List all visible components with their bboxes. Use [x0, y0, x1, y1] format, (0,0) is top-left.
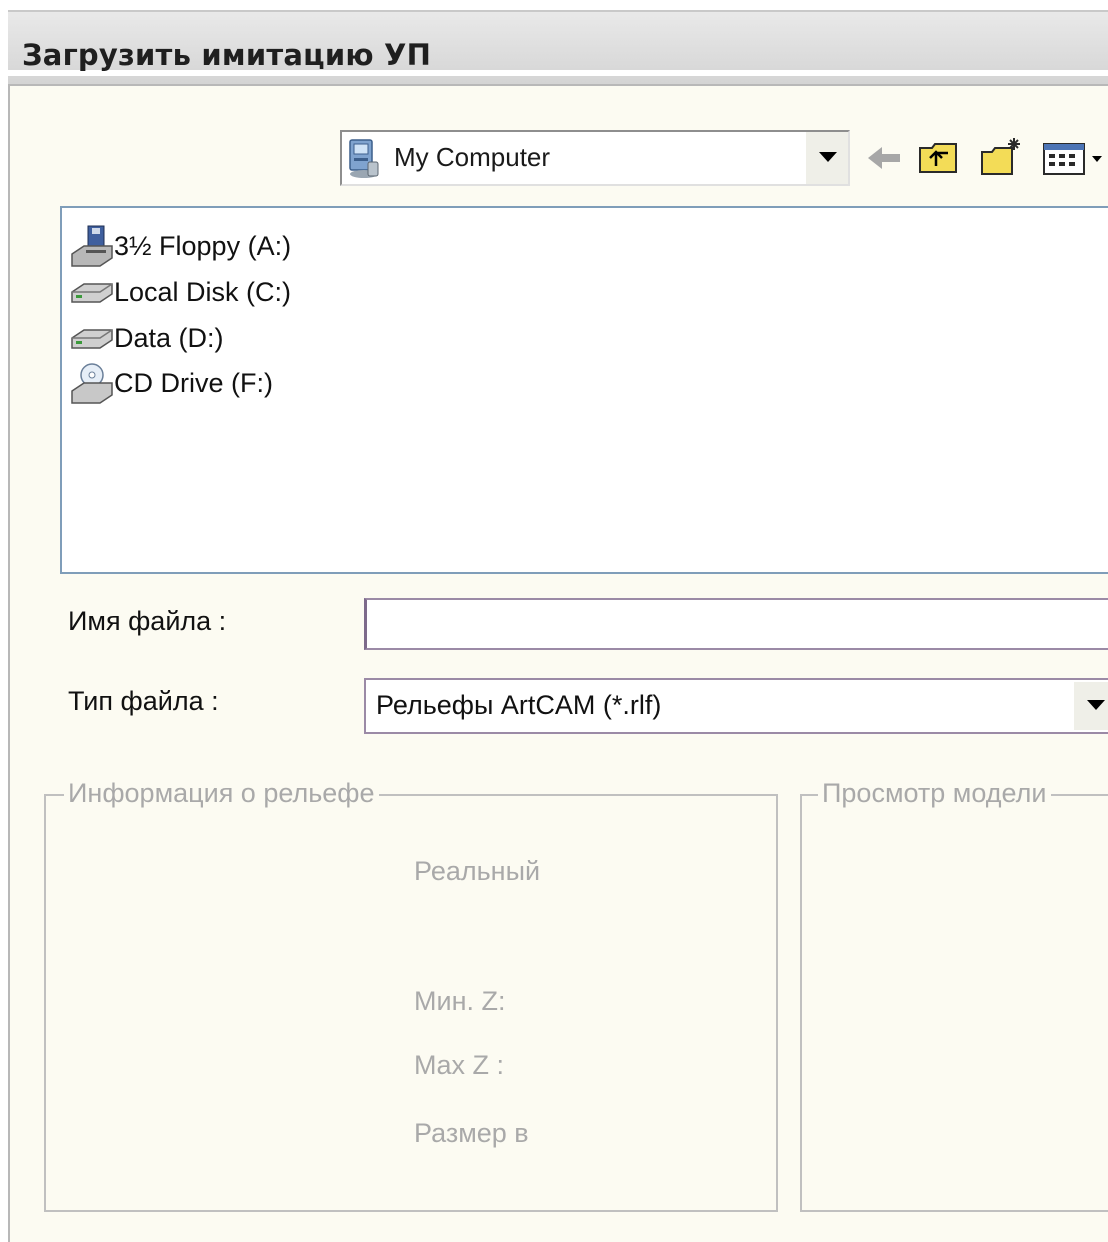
window-title: Загрузить имитацию УП	[22, 38, 432, 72]
list-item[interactable]: CD Drive (F:)	[68, 361, 273, 405]
size-label: Размер в	[414, 1118, 529, 1148]
list-item-label: 3½ Floppy (A:)	[114, 230, 292, 261]
list-item[interactable]: 3½ Floppy (A:)	[68, 224, 291, 268]
min-z-label: Мин. Z:	[414, 986, 506, 1016]
views-menu-icon[interactable]	[1040, 134, 1108, 182]
list-item-label: Local Disk (C:)	[114, 276, 292, 307]
model-preview-legend: Просмотр модели	[818, 778, 1051, 809]
title-bar[interactable]: Загрузить имитацию УП	[8, 10, 1108, 84]
real-label: Реальный	[414, 856, 541, 886]
max-z-label: Max Z :	[414, 1050, 505, 1080]
back-arrow-icon[interactable]	[860, 134, 908, 182]
list-item[interactable]: Local Disk (C:)	[68, 270, 291, 314]
look-in-combo[interactable]: My Computer	[340, 130, 850, 186]
relief-info-legend: Информация о рельефе	[64, 778, 379, 809]
model-preview-group: Просмотр модели	[800, 778, 1108, 1212]
file-type-dropdown-button[interactable]	[1072, 682, 1108, 730]
file-type-label: Тип файла :	[68, 686, 219, 716]
list-item-label: Data (D:)	[114, 322, 224, 353]
file-list[interactable]: 3½ Floppy (A:) Local Disk (C:) Data (D:)	[60, 206, 1108, 574]
open-dialog: Загрузить имитацию УП My Computer 3½ Flo…	[0, 0, 1108, 1242]
file-type-select[interactable]: Рельефы ArtCAM (*.rlf)	[364, 678, 1108, 734]
chevron-down-icon	[1087, 700, 1105, 710]
my-computer-icon	[349, 139, 379, 178]
file-name-label: Имя файла :	[68, 606, 227, 636]
look-in-dropdown-button[interactable]	[804, 132, 848, 184]
chevron-down-icon	[819, 152, 837, 162]
new-folder-icon[interactable]	[978, 134, 1026, 182]
hard-disk-icon	[71, 329, 113, 349]
list-item-label: CD Drive (F:)	[114, 367, 273, 398]
relief-info-group: Информация о рельефе	[44, 778, 778, 1212]
list-item[interactable]: Data (D:)	[68, 316, 224, 360]
file-name-input[interactable]	[364, 598, 1108, 650]
cd-drive-icon	[71, 363, 113, 404]
file-type-value: Рельефы ArtCAM (*.rlf)	[376, 690, 662, 720]
floppy-drive-icon	[71, 225, 113, 267]
look-in-value: My Computer	[394, 142, 551, 172]
hard-disk-icon	[71, 283, 113, 303]
up-folder-icon[interactable]	[914, 134, 962, 182]
